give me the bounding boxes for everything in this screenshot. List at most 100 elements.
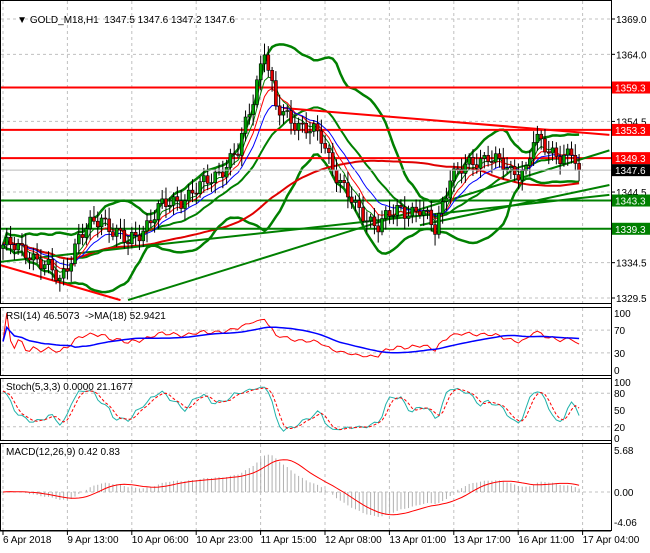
candle-body bbox=[73, 243, 77, 264]
candle-body bbox=[304, 123, 309, 134]
level-price-label: 1339.3 bbox=[615, 225, 646, 236]
time-label: 13 Apr 17:00 bbox=[454, 535, 511, 546]
candle-body bbox=[175, 196, 180, 201]
symbol-label: GOLD_M18,H1 bbox=[29, 15, 99, 26]
time-label: 12 Apr 08:00 bbox=[325, 535, 382, 546]
time-label: 10 Apr 06:00 bbox=[132, 535, 189, 546]
candle-body bbox=[539, 133, 543, 140]
candle-body bbox=[474, 164, 479, 169]
candle-body bbox=[346, 182, 350, 198]
candle-body bbox=[554, 147, 559, 157]
candle-body bbox=[228, 153, 233, 168]
macd-title: MACD(12,26,9) 0.42 0.83 bbox=[6, 447, 120, 458]
candle-body bbox=[61, 268, 66, 279]
candle-body bbox=[50, 259, 55, 271]
candle-body bbox=[478, 158, 483, 169]
candle-body bbox=[137, 234, 142, 242]
candle-body bbox=[550, 147, 555, 154]
candle-body bbox=[12, 244, 17, 251]
candle-body bbox=[103, 217, 108, 220]
candle-body bbox=[160, 198, 164, 204]
level-price-label: 1359.3 bbox=[615, 84, 646, 95]
candle-body bbox=[327, 147, 331, 153]
candle-body bbox=[505, 167, 509, 170]
candle-body bbox=[183, 200, 187, 209]
rsi-title: RSI(14) 46.5073 ->MA(18) 52.9421 bbox=[6, 311, 166, 322]
candle-body bbox=[130, 231, 134, 245]
candle-body bbox=[251, 104, 255, 115]
rsi-tick-label: 70 bbox=[614, 326, 626, 337]
candle-body bbox=[99, 217, 104, 228]
candle-body bbox=[372, 216, 377, 227]
candle-body bbox=[243, 116, 248, 134]
candle-body bbox=[209, 182, 214, 184]
chart-canvas[interactable]: 6 Apr 2018 9 Apr 13:00 10 Apr 06:00 10 Apr … bbox=[0, 0, 650, 550]
candle-body bbox=[387, 210, 392, 217]
price-tick-label: 1364.0 bbox=[616, 50, 647, 61]
candle-body bbox=[54, 269, 58, 281]
candle-body bbox=[402, 206, 407, 219]
candle-body bbox=[486, 155, 490, 162]
chart-window[interactable]: 6 Apr 2018 9 Apr 13:00 10 Apr 06:00 10 Apr … bbox=[0, 0, 650, 550]
candle-body bbox=[296, 122, 301, 131]
candle-body bbox=[546, 151, 551, 154]
candle-body bbox=[179, 200, 183, 209]
candle-body bbox=[391, 215, 396, 217]
dropdown-triangle-icon[interactable]: ▼ bbox=[17, 15, 30, 26]
stoch-tick-label: 100 bbox=[614, 378, 631, 389]
candle-body bbox=[319, 130, 324, 144]
candle-body bbox=[274, 80, 278, 107]
time-label: 11 Apr 15:00 bbox=[261, 535, 317, 546]
candle-body bbox=[425, 209, 430, 212]
candle-body bbox=[171, 196, 176, 206]
candle-body bbox=[330, 152, 335, 171]
candle-body bbox=[145, 220, 149, 232]
candle-body bbox=[190, 189, 195, 194]
candle-body bbox=[247, 114, 252, 118]
candle-body bbox=[31, 253, 36, 261]
candle-body bbox=[421, 210, 426, 216]
candle-body bbox=[383, 210, 388, 219]
candle-body bbox=[353, 200, 358, 203]
candle-body bbox=[156, 203, 161, 220]
candle-body bbox=[315, 123, 320, 132]
candle-body bbox=[107, 218, 111, 233]
candle-body bbox=[399, 205, 403, 208]
candle-body bbox=[8, 236, 13, 245]
candle-body bbox=[95, 220, 100, 228]
candle-body bbox=[429, 209, 434, 226]
candle-body bbox=[149, 220, 153, 224]
candle-body bbox=[463, 163, 468, 174]
candle-body bbox=[1, 244, 5, 249]
candle-body bbox=[167, 204, 172, 207]
candle-body bbox=[221, 171, 225, 178]
candle-body bbox=[232, 153, 236, 155]
candle-body bbox=[186, 189, 191, 201]
chart-header: ▼ GOLD_M18,H1 1347.5 1347.6 1347.2 1347.… bbox=[6, 4, 235, 37]
candle-body bbox=[293, 122, 297, 131]
time-label: 16 Apr 11:00 bbox=[518, 535, 574, 546]
candle-body bbox=[20, 243, 24, 246]
candle-body bbox=[531, 142, 536, 160]
candle-body bbox=[471, 157, 475, 166]
macd-tick-label: 5.68 bbox=[614, 446, 634, 457]
price-tick-label: 1369.0 bbox=[616, 15, 647, 26]
candle-body bbox=[236, 153, 240, 156]
candle-body bbox=[368, 216, 373, 222]
candle-body bbox=[493, 153, 498, 163]
candle-body bbox=[338, 180, 343, 183]
candle-body bbox=[448, 180, 453, 199]
time-label: 10 Apr 23:00 bbox=[196, 535, 253, 546]
candle-body bbox=[308, 131, 312, 134]
candle-body bbox=[414, 206, 418, 212]
candle-body bbox=[255, 79, 259, 105]
candle-body bbox=[133, 231, 138, 236]
stoch-title: Stoch(5,3,3) 0.0000 21.1677 bbox=[6, 382, 133, 393]
candle-body bbox=[35, 253, 39, 260]
candle-body bbox=[361, 207, 365, 222]
candle-body bbox=[490, 161, 494, 163]
candle-body bbox=[543, 138, 547, 153]
candle-body bbox=[88, 216, 92, 229]
candle-body bbox=[376, 225, 381, 233]
candle-body bbox=[482, 155, 487, 159]
